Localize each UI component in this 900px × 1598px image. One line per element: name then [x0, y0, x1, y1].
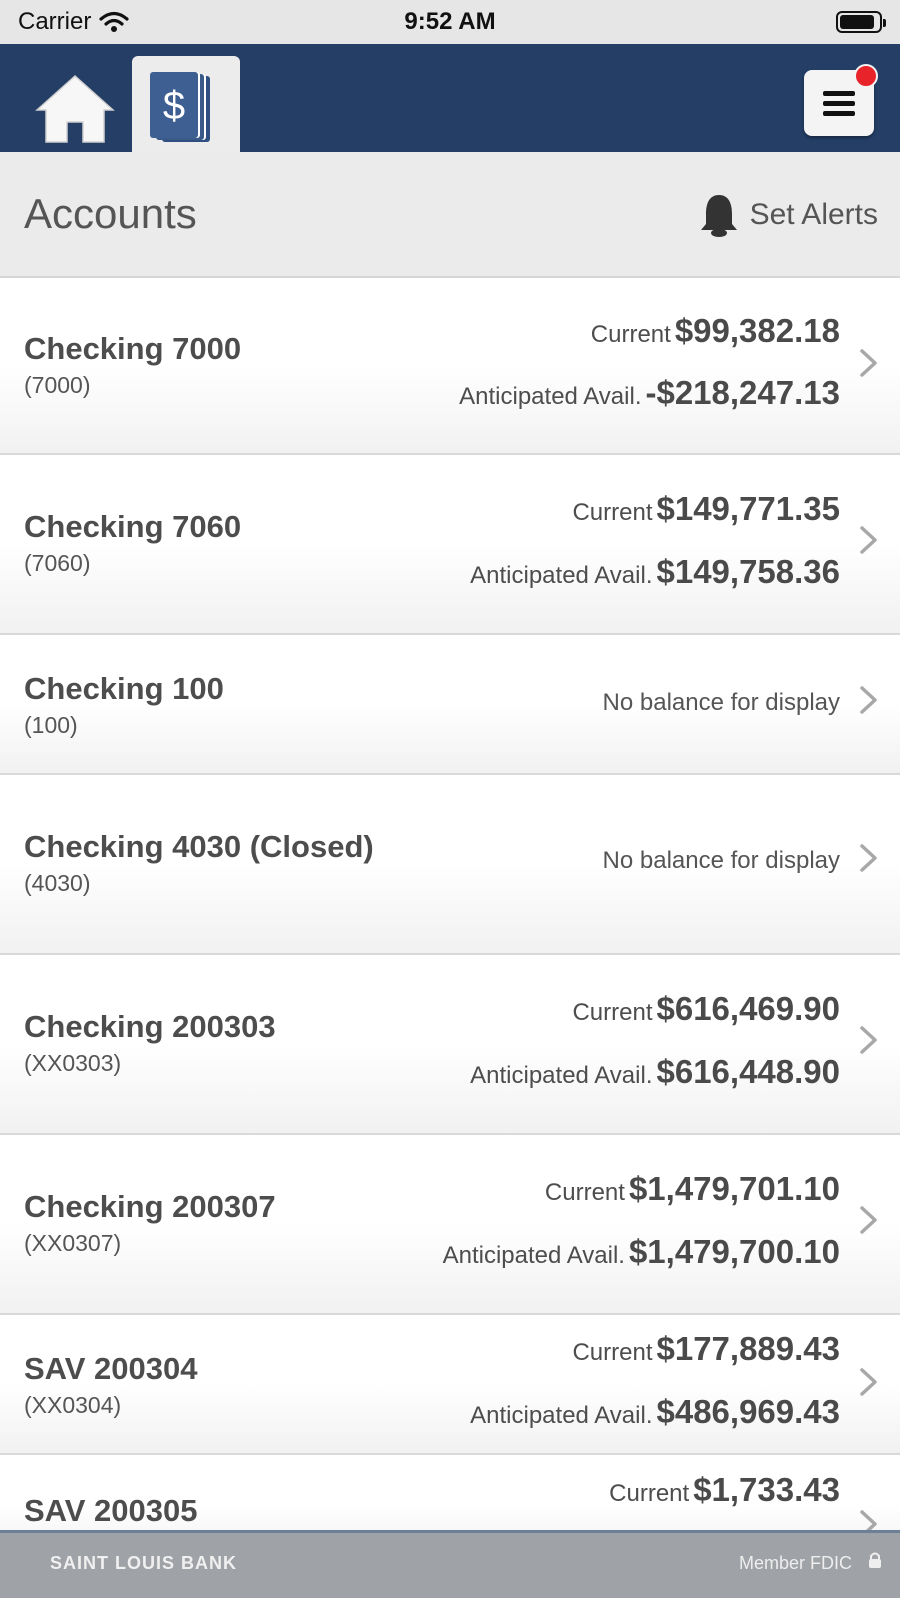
current-balance-line: Current $177,889.43: [572, 1330, 840, 1368]
account-number: (7060): [24, 550, 91, 576]
battery-level: [840, 15, 875, 29]
anticipated-balance-line: Anticipated Avail. $1,479,700.10: [443, 1233, 840, 1271]
current-balance: $149,771.35: [656, 490, 840, 527]
anticipated-label: Anticipated Avail.: [442, 1242, 625, 1269]
notification-badge: [854, 64, 878, 88]
account-row[interactable]: Checking 100 (100) No balance for displa…: [0, 635, 900, 775]
account-row[interactable]: Checking 200307 (XX0307) Current $1,479,7…: [0, 1135, 900, 1315]
dollar-cards-icon: $: [150, 72, 210, 142]
current-balance-line: Current $616,469.90: [572, 990, 840, 1028]
chevron-right-icon: [860, 1368, 877, 1396]
account-name: Checking 7060: [24, 509, 242, 544]
chevron-right-icon: [860, 526, 877, 554]
anticipated-label: Anticipated Avail.: [459, 383, 642, 410]
current-balance: $99,382.18: [674, 312, 840, 349]
anticipated-balance-line: Anticipated Avail. $616,448.90: [470, 1053, 840, 1091]
chevron-right-icon: [860, 349, 877, 377]
anticipated-balance: $486,969.43: [656, 1393, 840, 1430]
bank-name: SAINT LOUIS BANK: [50, 1553, 237, 1573]
anticipated-label: Anticipated Avail.: [470, 1062, 653, 1089]
anticipated-label: Anticipated Avail.: [470, 562, 653, 589]
account-row[interactable]: Checking 7000 (7000) Current $99,382.18 A…: [0, 278, 900, 455]
carrier-label: Carrier: [18, 8, 92, 35]
top-nav-bar: $: [0, 44, 900, 154]
account-name: Checking 200303: [24, 1009, 276, 1044]
home-tab[interactable]: [34, 72, 116, 146]
anticipated-balance-line: Anticipated Avail. $486,969.43: [470, 1393, 840, 1431]
anticipated-label: Anticipated Avail.: [470, 1402, 653, 1429]
menu-button[interactable]: [804, 64, 878, 136]
footer-bar: SAINT LOUIS BANK Member FDIC: [0, 1530, 900, 1598]
member-fdic-label: Member FDIC: [738, 1553, 852, 1573]
current-label: Current: [572, 999, 653, 1026]
chevron-right-icon: [860, 1206, 877, 1234]
account-row[interactable]: Checking 200303 (XX0303) Current $616,469…: [0, 955, 900, 1135]
battery-icon: [836, 11, 886, 33]
account-name: Checking 100: [24, 671, 224, 706]
account-name: Checking 7000: [24, 331, 242, 366]
account-number: (XX0307): [24, 1230, 122, 1256]
account-name: Checking 200307: [24, 1189, 276, 1224]
current-label: Current: [572, 1339, 653, 1366]
anticipated-balance-line: Anticipated Avail. -$218,247.13: [459, 374, 840, 412]
no-balance-text: No balance for display: [602, 689, 840, 716]
home-icon: [35, 74, 115, 143]
current-balance-line: Current $149,771.35: [572, 490, 840, 528]
account-row[interactable]: SAV 200304 (XX0304) Current $177,889.43 A…: [0, 1315, 900, 1455]
current-balance-line: Current $99,382.18: [591, 312, 840, 350]
wifi-icon: [99, 11, 129, 32]
lock-icon: [869, 1552, 881, 1568]
current-label: Current: [572, 499, 653, 526]
anticipated-balance: $149,758.36: [656, 553, 840, 590]
section-header: Accounts Set Alerts: [0, 152, 900, 278]
bell-icon: [700, 195, 737, 237]
account-number: (XX0303): [24, 1050, 122, 1076]
svg-text:$: $: [163, 84, 185, 128]
set-alerts-button[interactable]: Set Alerts: [698, 192, 878, 238]
chevron-right-icon: [860, 686, 877, 714]
anticipated-balance: -$218,247.13: [645, 374, 840, 411]
account-number: (100): [24, 712, 78, 738]
account-number: (XX0304): [24, 1392, 122, 1418]
account-name: Checking 4030 (Closed): [24, 829, 374, 864]
chevron-right-icon: [860, 844, 877, 872]
anticipated-balance: $1,479,700.10: [628, 1233, 840, 1270]
account-row[interactable]: Checking 7060 (7060) Current $149,771.35 …: [0, 455, 900, 635]
account-name: SAV 200304: [24, 1351, 198, 1386]
account-number: (7000): [24, 372, 91, 398]
anticipated-balance: $616,448.90: [656, 1053, 840, 1090]
clock: 9:52 AM: [404, 8, 496, 35]
status-bar: Carrier 9:52 AM: [0, 0, 900, 44]
set-alerts-label: Set Alerts: [749, 198, 878, 231]
no-balance-text: No balance for display: [602, 847, 840, 874]
account-name: SAV 200305: [24, 1493, 198, 1528]
carrier-group: Carrier: [18, 8, 129, 36]
current-balance: $177,889.43: [656, 1330, 840, 1367]
current-balance-line: Current $1,479,701.10: [545, 1170, 840, 1208]
anticipated-balance-line: Anticipated Avail. $149,758.36: [470, 553, 840, 591]
current-balance: $616,469.90: [656, 990, 840, 1027]
account-number: (4030): [24, 870, 91, 896]
page-title: Accounts: [24, 190, 197, 237]
account-list: Checking 7000 (7000) Current $99,382.18 A…: [0, 278, 900, 1555]
current-label: Current: [609, 1480, 690, 1507]
chevron-right-icon: [860, 1026, 877, 1054]
current-balance: $1,479,701.10: [628, 1170, 840, 1207]
current-label: Current: [544, 1179, 625, 1206]
current-balance-line: Current $1,733.43: [609, 1471, 840, 1509]
account-row[interactable]: Checking 4030 (Closed) (4030) No balance…: [0, 775, 900, 955]
current-label: Current: [590, 321, 671, 348]
current-balance: $1,733.43: [693, 1471, 840, 1508]
accounts-tab[interactable]: $: [132, 56, 240, 154]
